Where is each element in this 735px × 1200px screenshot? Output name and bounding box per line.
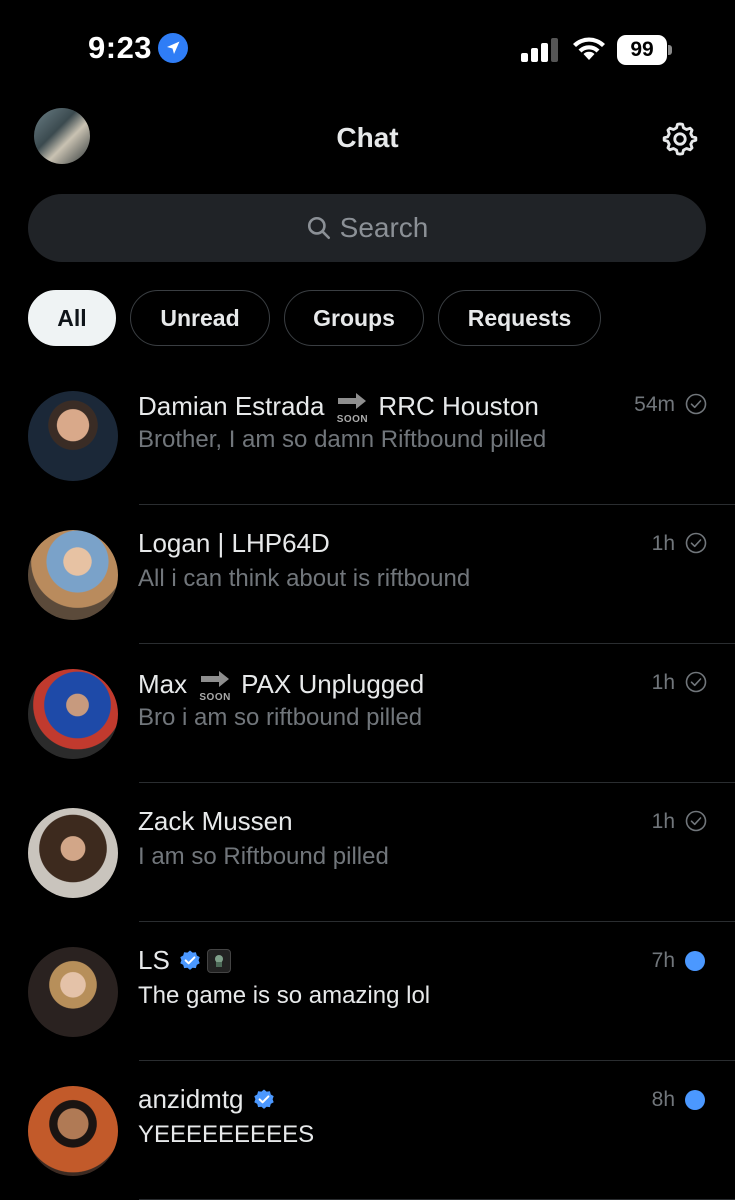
conversation-row[interactable]: Zack Mussen I am so Riftbound pilled 1h <box>0 783 735 922</box>
avatar <box>28 808 118 898</box>
read-check-icon <box>685 532 707 554</box>
message-time: 7h <box>651 949 675 972</box>
name-primary: Max <box>138 668 188 699</box>
battery-level: 99 <box>617 35 667 65</box>
conversation-row[interactable]: Max SOON PAX Unplugged Bro i am so riftb… <box>0 644 735 783</box>
verified-badge-icon <box>180 950 200 970</box>
avatar <box>28 669 118 759</box>
conversation-name: LS <box>138 945 231 976</box>
search-placeholder: Search <box>339 212 429 243</box>
message-time: 54m <box>634 393 675 416</box>
message-time: 8h <box>651 1088 675 1111</box>
location-arrow-icon <box>158 33 188 63</box>
affiliate-badge-icon <box>206 948 231 973</box>
avatar <box>28 391 118 481</box>
message-preview: Brother, I am so damn Riftbound pilled <box>138 426 547 453</box>
conversation-row[interactable]: Damian Estrada SOON RRC Houston Brother,… <box>0 366 735 505</box>
filter-requests[interactable]: Requests <box>438 290 601 346</box>
conversation-row[interactable]: Logan | LHP64D All i can think about is … <box>0 505 735 644</box>
unread-dot-icon <box>685 1090 705 1110</box>
unread-dot-icon <box>685 951 705 971</box>
filter-groups[interactable]: Groups <box>284 290 424 346</box>
filter-all[interactable]: All <box>28 290 116 346</box>
conversation-name: Logan | LHP64D <box>138 528 330 559</box>
battery-tip <box>668 45 672 55</box>
conversation-row[interactable]: LS The game is so amazing lol 7h <box>0 922 735 1061</box>
name-secondary: RRC Houston <box>378 390 539 421</box>
soon-arrow-icon: SOON <box>334 389 370 425</box>
message-time: 1h <box>651 810 675 833</box>
conversation-name: Damian Estrada SOON RRC Houston <box>138 389 539 426</box>
avatar <box>28 1086 118 1176</box>
read-check-icon <box>685 393 707 415</box>
message-time: 1h <box>651 532 675 555</box>
message-time: 1h <box>651 671 675 694</box>
message-preview: All i can think about is riftbound <box>138 565 471 592</box>
soon-arrow-icon: SOON <box>197 667 233 703</box>
read-check-icon <box>685 810 707 832</box>
read-check-icon <box>685 671 707 693</box>
conversation-row[interactable]: anzidmtg YEEEEEEEEES 8h <box>0 1061 735 1200</box>
avatar <box>28 947 118 1037</box>
message-preview: The game is so amazing lol <box>138 982 431 1009</box>
conversation-name: Zack Mussen <box>138 806 293 837</box>
page-title: Chat <box>336 122 399 153</box>
search-input[interactable]: Search <box>28 194 706 262</box>
gear-icon[interactable] <box>661 120 699 158</box>
name-secondary: PAX Unplugged <box>241 668 425 699</box>
avatar <box>28 530 118 620</box>
cellular-signal-icon <box>521 38 558 62</box>
message-preview: Bro i am so riftbound pilled <box>138 704 423 731</box>
name-primary: LS <box>138 945 170 975</box>
status-time: 9:23 <box>88 30 153 65</box>
verified-badge-icon <box>253 1089 274 1109</box>
status-bar: 9:23 99 <box>0 0 735 100</box>
search-icon <box>307 216 330 240</box>
name-primary: Zack Mussen <box>138 806 293 836</box>
wifi-icon <box>573 37 605 60</box>
message-preview: I am so Riftbound pilled <box>138 843 389 870</box>
name-primary: Damian Estrada <box>138 390 325 421</box>
name-primary: anzidmtg <box>138 1084 244 1114</box>
chat-header: Chat <box>0 100 735 176</box>
name-primary: Logan | LHP64D <box>138 528 330 558</box>
conversation-name: Max SOON PAX Unplugged <box>138 667 425 704</box>
conversation-name: anzidmtg <box>138 1084 276 1115</box>
filter-unread[interactable]: Unread <box>130 290 270 346</box>
message-preview: YEEEEEEEEES <box>138 1121 315 1148</box>
battery-indicator: 99 <box>617 35 673 65</box>
